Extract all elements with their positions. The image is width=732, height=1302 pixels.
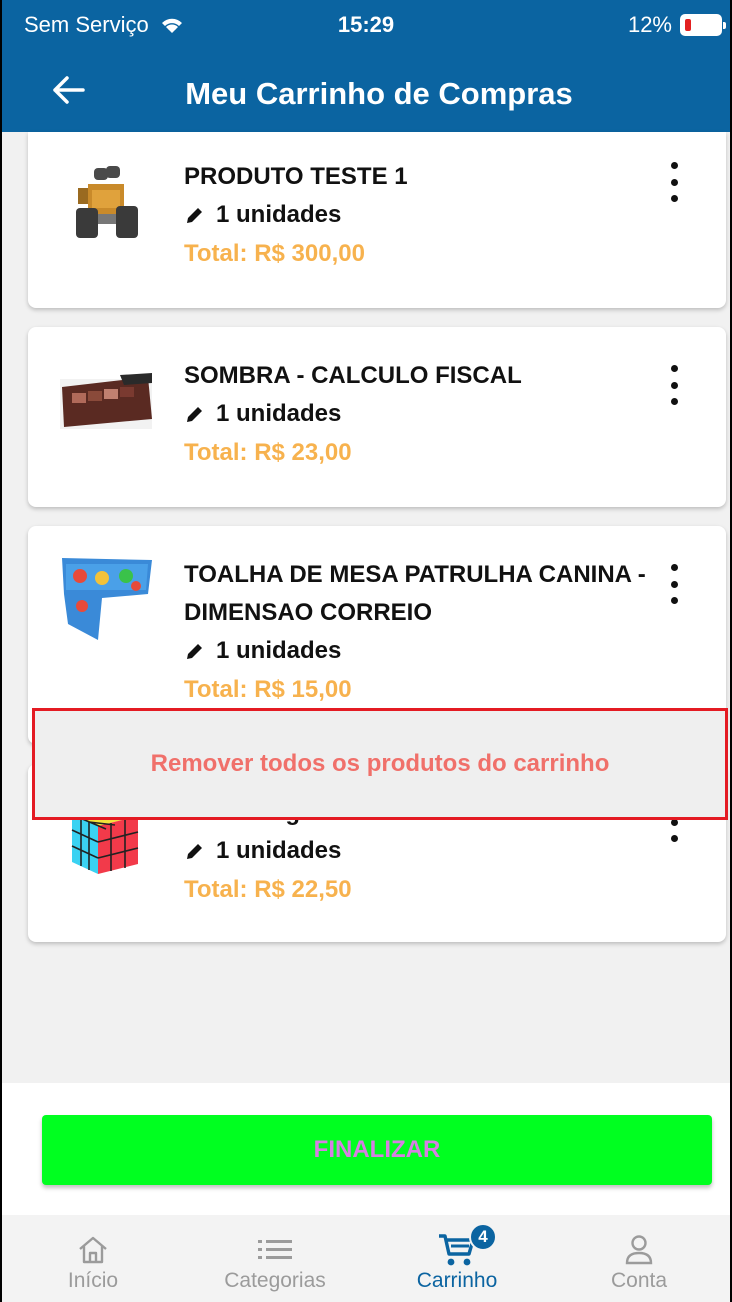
quantity-label: 1 unidades — [216, 637, 342, 664]
item-info: TOALHA DE MESA PATRULHA CANINA - DIMENSA… — [184, 556, 646, 710]
quantity-label: 1 unidades — [216, 837, 342, 864]
product-image-tablecloth — [58, 554, 154, 650]
tab-inicio[interactable]: Início — [2, 1215, 184, 1302]
tab-label: Categorias — [224, 1269, 326, 1292]
product-image-eyeshadow — [58, 369, 154, 465]
product-name: TOALHA DE MESA PATRULHA CANINA - DIMENSA… — [184, 561, 646, 626]
item-total: Total: R$ 23,00 — [184, 439, 352, 466]
app-bar: Meu Carrinho de Compras — [2, 62, 730, 124]
bottom-tab-bar: Início Categorias 4 Carrinho Conta — [2, 1215, 730, 1302]
tab-categorias[interactable]: Categorias — [184, 1215, 366, 1302]
battery-icon — [680, 14, 726, 36]
quantity-edit[interactable]: 1 unidades — [184, 632, 646, 670]
remove-all-button[interactable]: Remover todos os produtos do carrinho — [32, 708, 728, 820]
battery-percent: 12% — [627, 12, 672, 37]
product-name: PRODUTO TESTE 1 — [184, 163, 408, 190]
item-info: SOMBRA - CALCULO FISCAL 1 unidades Total… — [184, 357, 646, 473]
quantity-label: 1 unidades — [216, 201, 342, 228]
product-name: SOMBRA - CALCULO FISCAL — [184, 362, 522, 389]
quantity-edit[interactable]: 1 unidades — [184, 832, 646, 870]
pencil-icon — [187, 644, 202, 659]
status-bar: Sem Serviço 15:29 12% — [2, 0, 730, 50]
top-bar: Sem Serviço 15:29 12% Meu Carrinho de Co… — [2, 0, 730, 132]
cart-item: SOMBRA - CALCULO FISCAL 1 unidades Total… — [28, 327, 726, 507]
more-options-button[interactable] — [666, 365, 682, 405]
page-title: Meu Carrinho de Compras — [185, 76, 573, 111]
more-options-button[interactable] — [666, 564, 682, 604]
item-total: Total: R$ 22,50 — [184, 876, 352, 903]
pencil-icon — [187, 208, 202, 223]
tab-label: Conta — [610, 1269, 668, 1292]
user-icon — [625, 1235, 653, 1265]
tab-label: Carrinho — [416, 1269, 498, 1292]
checkout-button[interactable]: FINALIZAR — [42, 1115, 712, 1185]
product-image-robot — [58, 158, 154, 254]
quantity-label: 1 unidades — [216, 400, 342, 427]
item-info: PRODUTO TESTE 1 1 unidades Total: R$ 300… — [184, 158, 646, 274]
phone-screen: Sem Serviço 15:29 12% Meu Carrinho de Co… — [0, 0, 732, 1302]
cart-item: PRODUTO TESTE 1 1 unidades Total: R$ 300… — [28, 132, 726, 308]
quantity-edit[interactable]: 1 unidades — [184, 196, 646, 234]
battery-status: 12% — [627, 12, 726, 38]
quantity-edit[interactable]: 1 unidades — [184, 395, 646, 433]
clock: 15:29 — [337, 12, 395, 37]
more-options-button[interactable] — [666, 162, 682, 202]
tab-label: Início — [67, 1269, 119, 1292]
item-total: Total: R$ 15,00 — [184, 676, 352, 703]
remove-all-label: Remover todos os produtos do carrinho — [150, 750, 610, 777]
list-icon — [258, 1240, 292, 1259]
home-icon — [79, 1236, 107, 1264]
item-total: Total: R$ 300,00 — [184, 240, 365, 267]
pencil-icon — [187, 407, 202, 422]
tab-conta[interactable]: Conta — [548, 1215, 730, 1302]
cart-count-badge: 4 — [469, 1223, 497, 1251]
tab-carrinho[interactable]: 4 Carrinho — [366, 1215, 548, 1302]
pencil-icon — [187, 844, 202, 859]
